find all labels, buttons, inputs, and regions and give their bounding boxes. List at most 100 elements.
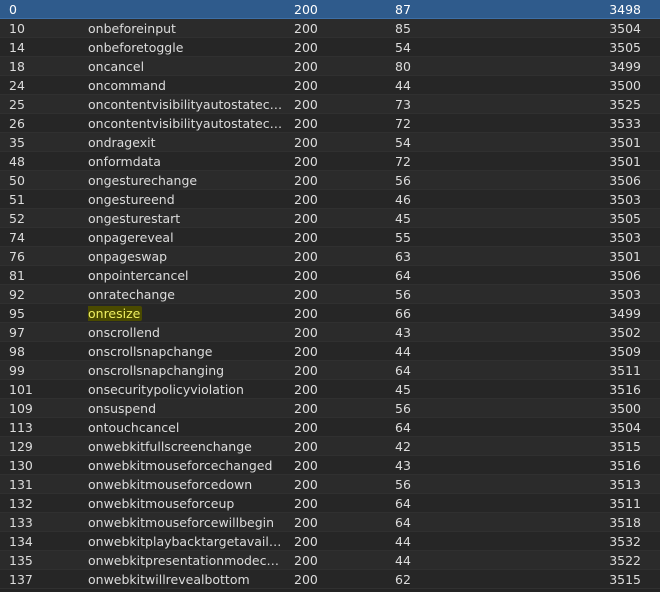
payload-name-cell: onresize <box>88 304 286 323</box>
response-time-cell: 3503 <box>609 192 641 207</box>
response-time-cell: 3498 <box>609 2 641 17</box>
payload-name-cell: onwebkitmouseforceup <box>88 496 235 511</box>
length-cell: 43 <box>395 325 411 340</box>
length-cell: 64 <box>395 363 411 378</box>
response-time-cell: 3516 <box>609 382 641 397</box>
payload-name-cell: onwebkitplaybacktargetavaila… <box>88 534 286 549</box>
results-table: 0 200 87 3498 10 onbeforeinput 200 85 3504 14 onbe… <box>0 0 660 592</box>
table-row[interactable]: 51 ongestureend 200 46 3503 <box>0 190 660 209</box>
table-row[interactable]: 35 ondragexit 200 54 3501 <box>0 133 660 152</box>
request-id-cell: 50 <box>9 173 25 188</box>
response-time-cell: 3516 <box>609 458 641 473</box>
status-code-cell: 200 <box>294 363 318 378</box>
table-row[interactable]: 10 onbeforeinput 200 85 3504 <box>0 19 660 38</box>
response-time-cell: 3501 <box>609 135 641 150</box>
status-code-cell: 200 <box>294 306 318 321</box>
payload-name-cell: onpointercancel <box>88 268 189 283</box>
response-time-cell: 3505 <box>609 40 641 55</box>
table-row[interactable]: 95 onresize 200 66 3499 <box>0 304 660 323</box>
status-code-cell: 200 <box>294 534 318 549</box>
length-cell: 62 <box>395 572 411 587</box>
table-row[interactable]: 135 onwebkitpresentationmodech… 200 44 3522 <box>0 551 660 570</box>
status-code-cell: 200 <box>294 78 318 93</box>
table-row[interactable]: 14 onbeforetoggle 200 54 3505 <box>0 38 660 57</box>
table-row[interactable]: 109 onsuspend 200 56 3500 <box>0 399 660 418</box>
response-time-cell: 3502 <box>609 325 641 340</box>
length-cell: 55 <box>395 230 411 245</box>
table-row[interactable]: 48 onformdata 200 72 3501 <box>0 152 660 171</box>
length-cell: 72 <box>395 154 411 169</box>
table-row[interactable]: 132 onwebkitmouseforceup 200 64 3511 <box>0 494 660 513</box>
status-code-cell: 200 <box>294 97 318 112</box>
table-row[interactable]: 113 ontouchcancel 200 64 3504 <box>0 418 660 437</box>
table-row[interactable]: 26 oncontentvisibilityautostatec… 200 72 353… <box>0 114 660 133</box>
length-cell: 54 <box>395 40 411 55</box>
response-time-cell: 3515 <box>609 572 641 587</box>
response-time-cell: 3522 <box>609 553 641 568</box>
table-row[interactable]: 101 onsecuritypolicyviolation 200 45 3516 <box>0 380 660 399</box>
response-time-cell: 3515 <box>609 439 641 454</box>
status-code-cell: 200 <box>294 2 318 17</box>
table-row[interactable]: 18 oncancel 200 80 3499 <box>0 57 660 76</box>
status-code-cell: 200 <box>294 287 318 302</box>
response-time-cell: 3503 <box>609 287 641 302</box>
table-row-selected[interactable]: 0 200 87 3498 <box>0 0 660 19</box>
table-row[interactable]: 50 ongesturechange 200 56 3506 <box>0 171 660 190</box>
length-cell: 64 <box>395 496 411 511</box>
table-row[interactable]: 134 onwebkitplaybacktargetavaila… 200 44 353… <box>0 532 660 551</box>
request-id-cell: 74 <box>9 230 25 245</box>
table-row[interactable]: 25 oncontentvisibilityautostatec… 200 73 352… <box>0 95 660 114</box>
payload-name-cell: onsecuritypolicyviolation <box>88 382 244 397</box>
length-cell: 56 <box>395 287 411 302</box>
length-cell: 72 <box>395 116 411 131</box>
table-row[interactable]: 137 onwebkitwillrevealbottom 200 62 3515 <box>0 570 660 589</box>
status-code-cell: 200 <box>294 325 318 340</box>
length-cell: 80 <box>395 59 411 74</box>
response-time-cell: 3499 <box>609 306 641 321</box>
payload-name-cell: onratechange <box>88 287 175 302</box>
table-row[interactable]: 24 oncommand 200 44 3500 <box>0 76 660 95</box>
payload-name-cell: onbeforeinput <box>88 21 176 36</box>
request-id-cell: 99 <box>9 363 25 378</box>
request-id-cell: 130 <box>9 458 33 473</box>
table-row[interactable]: 99 onscrollsnapchanging 200 64 3511 <box>0 361 660 380</box>
payload-name-cell: ongesturechange <box>88 173 198 188</box>
response-time-cell: 3505 <box>609 211 641 226</box>
table-row[interactable]: 76 onpageswap 200 63 3501 <box>0 247 660 266</box>
table-row[interactable]: 131 onwebkitmouseforcedown 200 56 3513 <box>0 475 660 494</box>
table-row[interactable]: 52 ongesturestart 200 45 3505 <box>0 209 660 228</box>
table-row[interactable]: 133 onwebkitmouseforcewillbegin 200 64 3518 <box>0 513 660 532</box>
length-cell: 44 <box>395 344 411 359</box>
length-cell: 85 <box>395 21 411 36</box>
status-code-cell: 200 <box>294 439 318 454</box>
status-code-cell: 200 <box>294 135 318 150</box>
response-time-cell: 3506 <box>609 268 641 283</box>
table-row[interactable]: 129 onwebkitfullscreenchange 200 42 3515 <box>0 437 660 456</box>
length-cell: 43 <box>395 458 411 473</box>
table-row[interactable]: 97 onscrollend 200 43 3502 <box>0 323 660 342</box>
status-code-cell: 200 <box>294 249 318 264</box>
request-id-cell: 25 <box>9 97 25 112</box>
length-cell: 45 <box>395 382 411 397</box>
payload-name-cell: onwebkitmouseforcewillbegin <box>88 515 275 530</box>
status-code-cell: 200 <box>294 553 318 568</box>
status-code-cell: 200 <box>294 21 318 36</box>
request-id-cell: 14 <box>9 40 25 55</box>
highlighted-payload: onresize <box>88 306 143 321</box>
request-id-cell: 76 <box>9 249 25 264</box>
response-time-cell: 3511 <box>609 363 641 378</box>
status-code-cell: 200 <box>294 382 318 397</box>
response-time-cell: 3499 <box>609 59 641 74</box>
response-time-cell: 3509 <box>609 344 641 359</box>
request-id-cell: 48 <box>9 154 25 169</box>
table-row[interactable]: 92 onratechange 200 56 3503 <box>0 285 660 304</box>
payload-name-cell: onbeforetoggle <box>88 40 184 55</box>
payload-name-cell: oncontentvisibilityautostatec… <box>88 97 283 112</box>
table-row[interactable]: 81 onpointercancel 200 64 3506 <box>0 266 660 285</box>
table-row[interactable]: 98 onscrollsnapchange 200 44 3509 <box>0 342 660 361</box>
table-row[interactable]: 130 onwebkitmouseforcechanged 200 43 3516 <box>0 456 660 475</box>
request-id-cell: 101 <box>9 382 33 397</box>
length-cell: 66 <box>395 306 411 321</box>
table-row[interactable]: 74 onpagereveal 200 55 3503 <box>0 228 660 247</box>
length-cell: 56 <box>395 477 411 492</box>
